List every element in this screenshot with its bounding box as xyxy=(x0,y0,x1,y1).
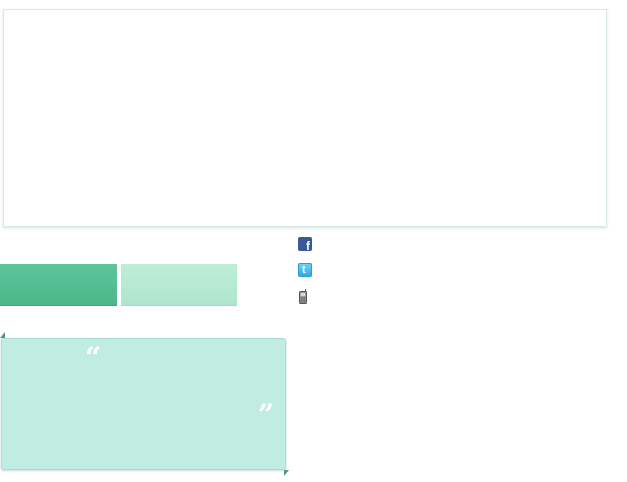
testimonial-box xyxy=(1,338,286,470)
twitter-icon[interactable]: t xyxy=(298,263,312,277)
tab-button-secondary[interactable] xyxy=(121,264,237,306)
open-quote-icon: “ xyxy=(85,341,102,374)
mobile-phone-icon[interactable] xyxy=(299,289,308,304)
close-quote-icon: ” xyxy=(258,398,275,431)
twitter-glyph: t xyxy=(302,264,306,276)
facebook-icon[interactable]: f xyxy=(298,237,312,253)
page: f t “ ” xyxy=(0,0,627,482)
facebook-glyph: f xyxy=(306,239,310,253)
tab-button-primary[interactable] xyxy=(0,264,117,306)
ribbon-corner-bottom-right xyxy=(284,470,289,476)
content-panel xyxy=(3,9,607,227)
